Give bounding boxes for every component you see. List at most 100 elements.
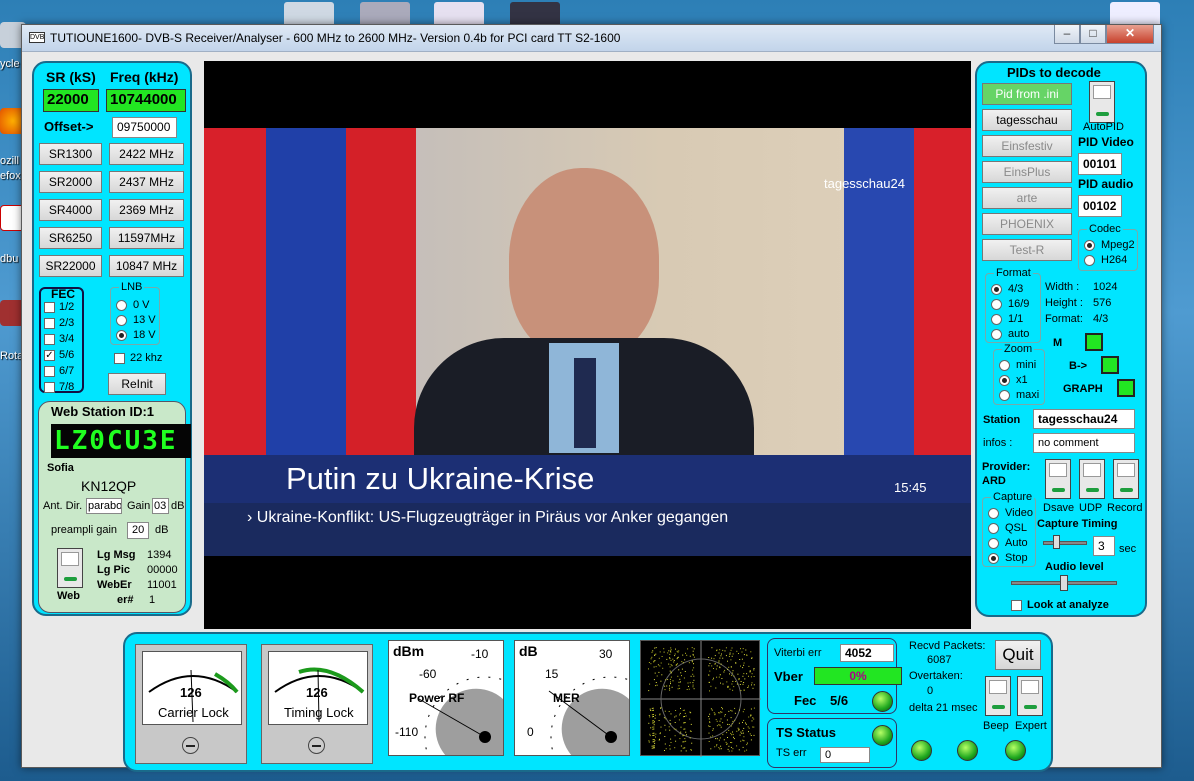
- capture-stop-radio[interactable]: [988, 553, 999, 564]
- freq-2369-button[interactable]: 2369 MHz: [109, 199, 184, 221]
- fec-7-8-checkbox[interactable]: [44, 382, 55, 393]
- graph-indicator[interactable]: [1117, 379, 1135, 397]
- station-input[interactable]: tagesschau24: [1033, 409, 1135, 429]
- provider-label: Provider:: [982, 461, 1031, 473]
- freq-11597-button[interactable]: 11597MHz: [109, 227, 184, 249]
- fec-5-6-checkbox[interactable]: ✓: [44, 350, 55, 361]
- constellation-dot: [753, 684, 755, 686]
- look-at-analyze-checkbox[interactable]: [1011, 600, 1022, 611]
- offset-input[interactable]: 09750000: [112, 117, 177, 138]
- quit-button[interactable]: Quit: [995, 640, 1041, 670]
- constellation-dot: [739, 709, 740, 711]
- minimize-button[interactable]: –: [1054, 25, 1080, 44]
- m-indicator[interactable]: [1085, 333, 1103, 351]
- pid-video-input[interactable]: 00101: [1078, 153, 1122, 175]
- reinit-button[interactable]: ReInit: [108, 373, 166, 395]
- pid-from-ini-button[interactable]: Pid from .ini: [982, 83, 1072, 105]
- capture-qsl-radio[interactable]: [988, 523, 999, 534]
- format-4-3-radio[interactable]: [991, 284, 1002, 295]
- constellation-dot: [720, 663, 722, 665]
- 22khz-checkbox[interactable]: [114, 353, 125, 364]
- constellation-dot: [680, 750, 682, 752]
- constellation-dot: [708, 682, 710, 683]
- autopid-toggle[interactable]: [1089, 81, 1115, 123]
- ant-dir-input[interactable]: parabo: [86, 498, 122, 514]
- constellation-dot: [742, 730, 744, 732]
- capture-timing-input[interactable]: 3: [1093, 536, 1115, 556]
- constellation-dot: [730, 732, 732, 734]
- expert-toggle[interactable]: [1017, 676, 1043, 716]
- infos-input[interactable]: no comment: [1033, 433, 1135, 453]
- packets-label: Recvd Packets:: [909, 640, 986, 652]
- pid-tagesschau-button[interactable]: tagesschau: [982, 109, 1072, 131]
- zoom-mini-radio[interactable]: [999, 360, 1010, 371]
- capture-auto-radio[interactable]: [988, 538, 999, 549]
- freq-2422-button[interactable]: 2422 MHz: [109, 143, 184, 165]
- web-toggle[interactable]: [57, 548, 83, 588]
- codec-h264-radio[interactable]: [1084, 255, 1095, 266]
- pid-audio-input[interactable]: 00102: [1078, 195, 1122, 217]
- constellation-dot: [682, 747, 684, 749]
- lnb-18v-radio[interactable]: [116, 330, 127, 341]
- constellation-dot: [738, 678, 740, 680]
- person-tie: [574, 358, 596, 448]
- constellation-dot: [708, 718, 710, 720]
- fmt-label: Format:: [1045, 313, 1083, 325]
- constellation-dot: [670, 723, 672, 725]
- capture-timing-slider[interactable]: [1043, 541, 1087, 545]
- record-toggle[interactable]: [1113, 459, 1139, 499]
- constellation-dot: [719, 649, 721, 651]
- audio-level-thumb[interactable]: [1060, 575, 1068, 591]
- fec-1-2-checkbox[interactable]: [44, 302, 55, 313]
- constellation-dot: [670, 651, 672, 653]
- constellation-dot: [721, 678, 723, 679]
- timing-lock-knob-icon[interactable]: [308, 737, 325, 754]
- m-label: M: [1053, 337, 1063, 349]
- format-auto-radio[interactable]: [991, 329, 1002, 340]
- title-bar[interactable]: DVB TUTIOUNE1600- DVB-S Receiver/Analyse…: [22, 25, 1161, 52]
- expert-toggle-top: [1021, 680, 1039, 694]
- sr22000-button[interactable]: SR22000: [39, 255, 102, 277]
- video-display[interactable]: tagesschau24 Putin zu Ukraine-Krise 15:4…: [204, 61, 971, 629]
- beep-toggle[interactable]: [985, 676, 1011, 716]
- gain-input[interactable]: 03: [152, 498, 169, 514]
- constellation-dot: [742, 732, 744, 734]
- codec-mpeg2-radio[interactable]: [1084, 240, 1095, 251]
- fec-3-4-checkbox[interactable]: [44, 334, 55, 345]
- zoom-x1-radio[interactable]: [999, 375, 1010, 386]
- pid-phoenix-button[interactable]: PHOENIX: [982, 213, 1072, 235]
- sr6250-button[interactable]: SR6250: [39, 227, 102, 249]
- fec-2-3-checkbox[interactable]: [44, 318, 55, 329]
- preamp-input[interactable]: 20: [127, 522, 149, 539]
- carrier-lock-knob-icon[interactable]: [182, 737, 199, 754]
- capture-timing-thumb[interactable]: [1053, 535, 1060, 549]
- b-indicator[interactable]: [1101, 356, 1119, 374]
- pid-einsfestiv-button[interactable]: Einsfestiv: [982, 135, 1072, 157]
- constellation-dot: [683, 709, 685, 711]
- lnb-0v-radio[interactable]: [116, 300, 127, 311]
- lnb-13v-radio[interactable]: [116, 315, 127, 326]
- pid-einsplus-button[interactable]: EinsPlus: [982, 161, 1072, 183]
- capture-video-radio[interactable]: [988, 508, 999, 519]
- sr1300-button[interactable]: SR1300: [39, 143, 102, 165]
- pid-arte-button[interactable]: arte: [982, 187, 1072, 209]
- pid-test-r-button[interactable]: Test-R: [982, 239, 1072, 261]
- freq-10847-button[interactable]: 10847 MHz: [109, 255, 184, 277]
- dsave-toggle[interactable]: [1045, 459, 1071, 499]
- format-16-9-radio[interactable]: [991, 299, 1002, 310]
- sr4000-button[interactable]: SR4000: [39, 199, 102, 221]
- constellation-dot: [668, 726, 670, 728]
- close-button[interactable]: ✕: [1106, 25, 1154, 44]
- maximize-button[interactable]: □: [1080, 25, 1106, 44]
- desktop-label-pdf: dbu: [0, 253, 19, 265]
- freq-2437-button[interactable]: 2437 MHz: [109, 171, 184, 193]
- constellation-dot: [680, 707, 681, 709]
- constellation-dot: [662, 667, 664, 669]
- zoom-maxi-radio[interactable]: [999, 390, 1010, 401]
- constellation-dot: [738, 729, 740, 730]
- capture-video-label: Video: [1005, 507, 1033, 519]
- sr2000-button[interactable]: SR2000: [39, 171, 102, 193]
- fec-6-7-checkbox[interactable]: [44, 366, 55, 377]
- udp-toggle[interactable]: [1079, 459, 1105, 499]
- format-1-1-radio[interactable]: [991, 314, 1002, 325]
